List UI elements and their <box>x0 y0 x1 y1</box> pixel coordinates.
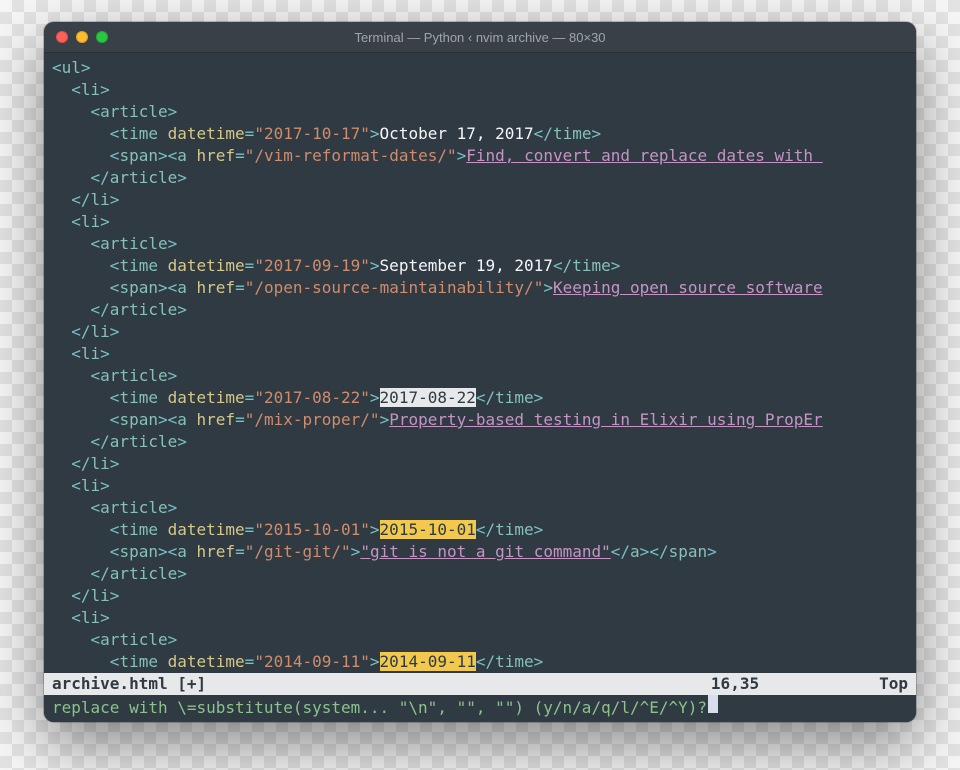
search-match: 2014-09-11 <box>380 652 476 671</box>
minimize-icon[interactable] <box>76 31 88 43</box>
status-filename: archive.html [+] <box>52 673 206 695</box>
terminal-window: Terminal — Python ‹ nvim archive — 80×30… <box>44 22 916 722</box>
link-text[interactable]: Keeping open source software <box>553 278 823 297</box>
terminal-body[interactable]: <ul> <li> <article> <time datetime="2017… <box>44 53 916 722</box>
link-text[interactable]: "git is not a git command" <box>360 542 610 561</box>
search-match: 2015-10-01 <box>380 520 476 539</box>
titlebar[interactable]: Terminal — Python ‹ nvim archive — 80×30 <box>44 22 916 53</box>
command-line[interactable]: replace with \=substitute(system... "\n"… <box>44 695 916 722</box>
link-text[interactable]: Find, convert and replace dates with <box>466 146 822 165</box>
search-match-current: 2017-08-22 <box>380 388 476 407</box>
editor-buffer[interactable]: <ul> <li> <article> <time datetime="2017… <box>44 53 916 673</box>
command-text: replace with \=substitute(system... "\n"… <box>52 697 707 719</box>
window-controls <box>56 31 108 43</box>
status-line: archive.html [+] 16,35 Top <box>44 673 916 695</box>
zoom-icon[interactable] <box>96 31 108 43</box>
cursor-icon <box>708 695 718 713</box>
window-title: Terminal — Python ‹ nvim archive — 80×30 <box>44 30 916 45</box>
close-icon[interactable] <box>56 31 68 43</box>
status-scroll: Top <box>879 673 908 695</box>
status-position: 16,35 <box>711 673 759 695</box>
link-text[interactable]: Property-based testing in Elixir using P… <box>389 410 822 429</box>
